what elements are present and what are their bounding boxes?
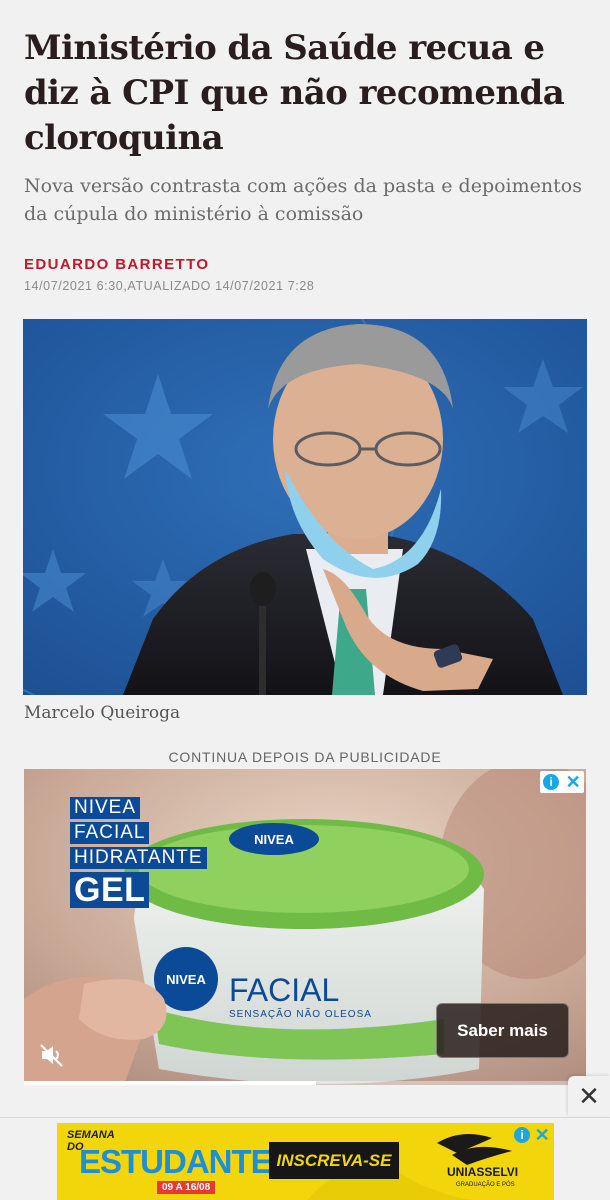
ad-line-2: FACIAL (70, 822, 150, 844)
semana-line-1: SEMANA (67, 1129, 115, 1141)
saber-mais-button[interactable]: Saber mais (436, 1003, 569, 1058)
inscreva-se-button[interactable]: INSCREVA-SE (269, 1142, 399, 1179)
bottom-banner-ad[interactable]: SEMANA DO ESTUDANTE 09 A 16/08 INSCREVA-… (57, 1123, 554, 1200)
banner-title: ESTUDANTE (79, 1143, 273, 1180)
jar-product: FACIAL (229, 972, 339, 1008)
adchoices-badge[interactable]: i ✕ (540, 771, 584, 793)
jar-lid-brand: NIVEA (254, 832, 294, 847)
muted-speaker-icon[interactable] (38, 1041, 66, 1073)
article-dateline: 14/07/2021 6:30,ATUALIZADO 14/07/2021 7:… (24, 279, 315, 293)
info-icon[interactable]: i (514, 1127, 531, 1143)
ad-line-1: NIVEA (70, 797, 141, 819)
article-headline: Ministério da Saúde recua e diz à CPI qu… (24, 28, 565, 158)
banner-brand: UNIASSELVI (447, 1165, 519, 1179)
ad-line-4: GEL (70, 872, 150, 908)
ad-headline: NIVEA FACIAL HIDRATANTE GEL (70, 797, 207, 911)
close-icon[interactable]: ✕ (535, 1126, 550, 1144)
article-photo (23, 319, 587, 695)
bottom-adchoices-badge[interactable]: i ✕ (512, 1125, 552, 1145)
video-progress-fill (24, 1081, 317, 1085)
author-link[interactable]: EDUARDO BARRETTO (24, 256, 209, 273)
divider (0, 1117, 610, 1118)
photo-caption: Marcelo Queiroga (24, 703, 181, 723)
ad-notice: CONTINUA DEPOIS DA PUBLICIDADE (168, 749, 442, 765)
info-icon[interactable]: i (543, 774, 560, 790)
video-ad[interactable]: NIVEA NIVEA FACIAL SENSAÇÃO NÃO OLEOSA N… (24, 769, 586, 1085)
close-icon[interactable]: ✕ (566, 773, 581, 791)
banner-brand-sub: GRADUAÇÃO E PÓS (456, 1182, 515, 1188)
ad-line-3: HIDRATANTE (70, 847, 207, 869)
banner-dates: 09 A 16/08 (157, 1181, 216, 1194)
article-subtitle: Nova versão contrasta com ações da pasta… (24, 175, 582, 225)
close-sticky-ad-button[interactable]: ✕ (568, 1076, 610, 1116)
jar-tagline: SENSAÇÃO NÃO OLEOSA (229, 1007, 372, 1020)
video-progress-bar[interactable] (24, 1081, 586, 1085)
jar-brand: NIVEA (166, 972, 206, 987)
